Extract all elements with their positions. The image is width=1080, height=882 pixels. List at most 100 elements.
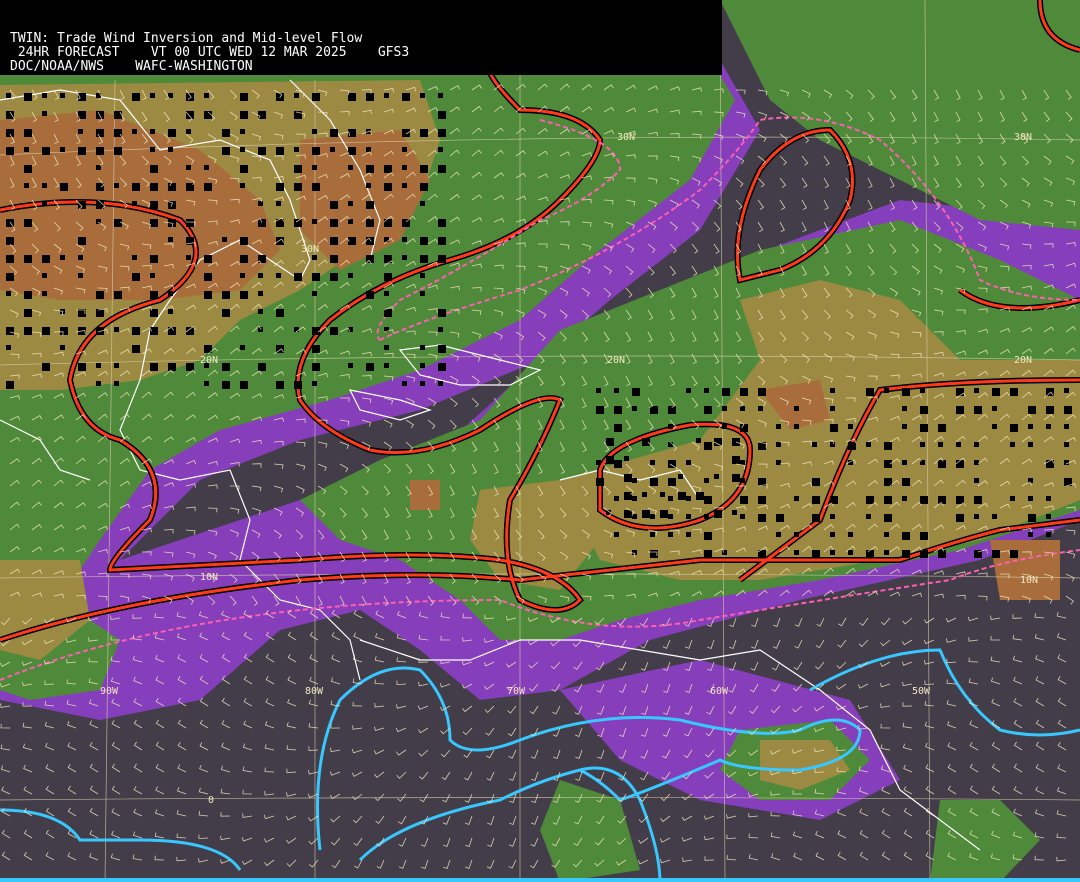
stipple-marker xyxy=(312,327,320,335)
stipple-marker xyxy=(668,514,673,519)
stipple-marker xyxy=(420,165,428,173)
stipple-marker xyxy=(60,93,65,98)
stipple-marker xyxy=(848,442,856,450)
stipple-marker xyxy=(956,460,964,468)
stipple-marker xyxy=(974,406,982,414)
stipple-marker xyxy=(6,237,14,245)
stipple-marker xyxy=(732,456,740,464)
stipple-marker xyxy=(938,442,943,447)
stipple-marker xyxy=(866,514,871,519)
stipple-marker xyxy=(830,424,838,432)
stipple-marker xyxy=(366,183,371,188)
stipple-marker xyxy=(186,93,194,101)
stipple-marker xyxy=(420,291,425,296)
stipple-marker xyxy=(294,147,299,152)
stipple-marker xyxy=(438,111,446,119)
stipple-marker xyxy=(276,201,281,206)
stipple-marker xyxy=(902,550,910,558)
stipple-marker xyxy=(384,363,389,368)
stipple-marker xyxy=(420,93,425,98)
stipple-marker xyxy=(920,496,928,504)
stipple-marker xyxy=(776,442,781,447)
stipple-marker xyxy=(794,424,799,429)
stipple-marker xyxy=(794,496,799,501)
stipple-marker xyxy=(420,129,428,137)
stipple-marker xyxy=(96,183,104,191)
stipple-marker xyxy=(614,532,619,537)
stipple-marker xyxy=(420,237,428,245)
stipple-marker xyxy=(168,129,176,137)
stipple-marker xyxy=(348,93,356,101)
lat-label: 0 xyxy=(208,795,214,806)
stipple-marker xyxy=(402,255,407,260)
stipple-marker xyxy=(678,474,683,479)
stipple-marker xyxy=(1010,550,1018,558)
stipple-marker xyxy=(420,201,425,206)
stipple-marker xyxy=(1028,496,1033,501)
stipple-marker xyxy=(258,363,266,371)
stipple-marker xyxy=(740,478,745,483)
stipple-marker xyxy=(1010,388,1018,396)
stipple-marker xyxy=(1064,424,1069,429)
stipple-marker xyxy=(366,291,374,299)
stipple-marker xyxy=(830,532,835,537)
stipple-marker xyxy=(204,273,212,281)
stipple-marker xyxy=(312,255,317,260)
lat-label: 20N xyxy=(607,355,625,366)
stipple-marker xyxy=(992,406,997,411)
stipple-marker xyxy=(704,532,712,540)
stipple-marker xyxy=(312,363,320,371)
stipple-marker xyxy=(1046,424,1051,429)
stipple-marker xyxy=(606,456,614,464)
stipple-marker xyxy=(632,388,640,396)
stipple-marker xyxy=(294,165,302,173)
stipple-marker xyxy=(384,309,392,317)
stipple-marker xyxy=(668,532,673,537)
stipple-marker xyxy=(776,424,781,429)
stipple-marker xyxy=(240,255,248,263)
stipple-marker xyxy=(740,496,748,504)
stipple-marker xyxy=(366,93,374,101)
stipple-marker xyxy=(6,345,11,350)
stipple-marker xyxy=(402,93,410,101)
stipple-marker xyxy=(240,183,245,188)
stipple-marker xyxy=(6,147,14,155)
stipple-marker xyxy=(1064,388,1069,393)
stipple-marker xyxy=(384,291,389,296)
stipple-marker xyxy=(348,147,356,155)
stipple-marker xyxy=(312,93,320,101)
stipple-marker xyxy=(848,424,853,429)
stipple-marker xyxy=(776,532,781,537)
stipple-marker xyxy=(920,424,928,432)
stipple-marker xyxy=(758,388,766,396)
stipple-marker xyxy=(330,237,338,245)
stipple-marker xyxy=(920,388,925,393)
stipple-marker xyxy=(830,406,835,411)
stipple-marker xyxy=(114,363,119,368)
stipple-marker xyxy=(794,550,799,555)
stipple-marker xyxy=(596,478,604,486)
stipple-marker xyxy=(668,424,673,429)
stipple-marker xyxy=(650,406,658,414)
stipple-marker xyxy=(132,255,137,260)
stipple-marker xyxy=(974,442,979,447)
stipple-marker xyxy=(420,363,425,368)
stipple-marker xyxy=(812,514,820,522)
stipple-marker xyxy=(24,219,32,227)
stipple-marker xyxy=(884,496,892,504)
map-header: TWIN: Trade Wind Inversion and Mid-level… xyxy=(0,0,722,75)
stipple-marker xyxy=(758,406,763,411)
stipple-marker xyxy=(60,327,68,335)
stipple-marker xyxy=(150,201,158,209)
stipple-marker xyxy=(384,165,392,173)
stipple-marker xyxy=(186,111,194,119)
stipple-marker xyxy=(204,291,212,299)
stipple-marker xyxy=(438,345,446,353)
stipple-marker xyxy=(384,345,389,350)
stipple-marker xyxy=(1028,532,1033,537)
stipple-marker xyxy=(78,273,83,278)
stipple-marker xyxy=(438,93,443,98)
stipple-marker xyxy=(384,183,392,191)
stipple-marker xyxy=(402,147,407,152)
stipple-marker xyxy=(1064,442,1069,447)
